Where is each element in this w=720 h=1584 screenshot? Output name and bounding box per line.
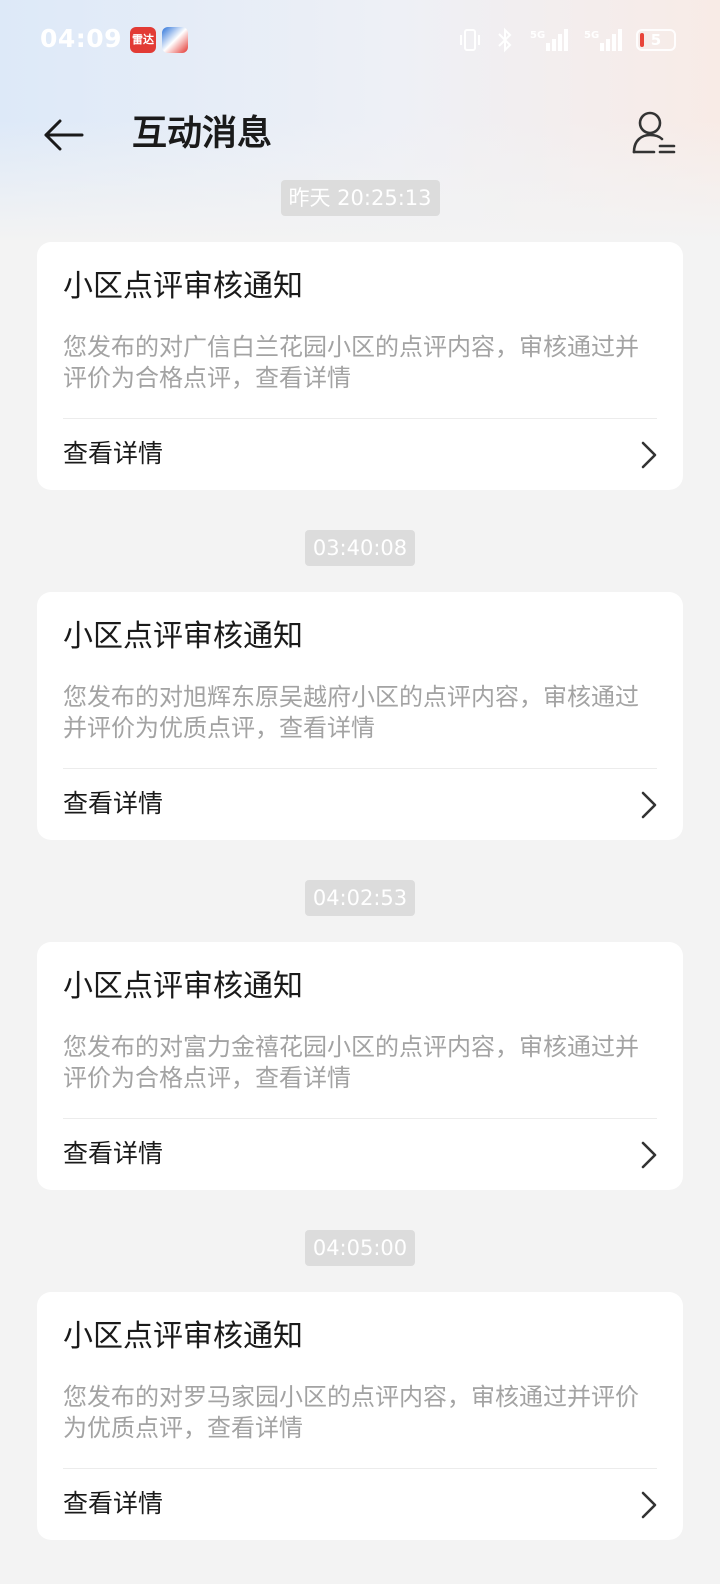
- radar-app-icon: 雷达: [130, 27, 156, 53]
- view-details-label: 查看详情: [63, 1139, 164, 1168]
- message-body: 您发布的对旭辉东原吴越府小区的点评内容，审核通过并评价为优质点评，查看详情: [63, 683, 639, 742]
- message-title: 小区点评审核通知: [63, 269, 303, 304]
- message-body: 您发布的对罗马家园小区的点评内容，审核通过并评价为优质点评，查看详情: [63, 1383, 639, 1442]
- view-details-button[interactable]: 查看详情: [37, 770, 683, 840]
- card-divider: [63, 418, 657, 419]
- arrow-left-icon: [44, 119, 84, 151]
- message-timestamp: 04:05:00: [304, 1230, 416, 1266]
- status-icons: 5G 5G 5: [458, 26, 676, 54]
- message-group: 04:02:53 小区点评审核通知 您发布的对富力金禧花园小区的点评内容，审核通…: [0, 880, 720, 1190]
- status-bar: 04:09 雷达 5G 5G 5: [0, 0, 720, 80]
- message-card[interactable]: 小区点评审核通知 您发布的对富力金禧花园小区的点评内容，审核通过并评价为合格点评…: [37, 942, 683, 1190]
- view-details-label: 查看详情: [63, 439, 164, 468]
- message-title: 小区点评审核通知: [63, 619, 303, 654]
- card-divider: [63, 1118, 657, 1119]
- chevron-right-icon: [641, 441, 657, 469]
- vibrate-icon: [460, 29, 480, 51]
- chevron-right-icon: [641, 791, 657, 819]
- message-timestamp: 03:40:08: [304, 530, 416, 566]
- view-details-label: 查看详情: [63, 1489, 164, 1518]
- page-header: 互动消息: [0, 96, 720, 172]
- card-divider: [63, 1468, 657, 1469]
- message-timestamp: 昨天 20:25:13: [280, 180, 440, 216]
- message-group: 03:40:08 小区点评审核通知 您发布的对旭辉东原吴越府小区的点评内容，审核…: [0, 530, 720, 840]
- message-timestamp: 04:02:53: [304, 880, 416, 916]
- message-card[interactable]: 小区点评审核通知 您发布的对罗马家园小区的点评内容，审核通过并评价为优质点评，查…: [37, 1292, 683, 1540]
- message-group: 昨天 20:25:13 小区点评审核通知 您发布的对广信白兰花园小区的点评内容，…: [0, 180, 720, 490]
- svg-text:5G: 5G: [530, 30, 545, 41]
- battery-level: 5: [650, 31, 662, 49]
- message-body: 您发布的对广信白兰花园小区的点评内容，审核通过并评价为合格点评，查看详情: [63, 333, 639, 392]
- chevron-right-icon: [641, 1141, 657, 1169]
- view-details-label: 查看详情: [63, 789, 164, 818]
- message-body: 您发布的对富力金禧花园小区的点评内容，审核通过并评价为合格点评，查看详情: [63, 1033, 639, 1092]
- battery-fill: [640, 33, 644, 47]
- view-details-button[interactable]: 查看详情: [37, 1120, 683, 1190]
- profile-settings-button[interactable]: [630, 108, 680, 160]
- message-card[interactable]: 小区点评审核通知 您发布的对旭辉东原吴越府小区的点评内容，审核通过并评价为优质点…: [37, 592, 683, 840]
- notification-app-icon: [162, 27, 188, 53]
- svg-text:5G: 5G: [584, 30, 599, 41]
- message-group: 04:05:00 小区点评审核通知 您发布的对罗马家园小区的点评内容，审核通过并…: [0, 1230, 720, 1540]
- user-settings-icon: [632, 111, 676, 154]
- message-title: 小区点评审核通知: [63, 1319, 303, 1354]
- chevron-right-icon: [641, 1491, 657, 1519]
- message-card[interactable]: 小区点评审核通知 您发布的对广信白兰花园小区的点评内容，审核通过并评价为合格点评…: [37, 242, 683, 490]
- page-title: 互动消息: [132, 114, 273, 154]
- message-title: 小区点评审核通知: [63, 969, 303, 1004]
- back-button[interactable]: [38, 110, 88, 160]
- status-time: 04:09: [40, 24, 123, 53]
- view-details-button[interactable]: 查看详情: [37, 420, 683, 490]
- signal-5g-icon: 5G: [530, 29, 568, 51]
- message-feed: 昨天 20:25:13 小区点评审核通知 您发布的对广信白兰花园小区的点评内容，…: [0, 180, 720, 1580]
- view-details-button[interactable]: 查看详情: [37, 1470, 683, 1540]
- signal-5g-icon: 5G: [584, 29, 622, 51]
- card-divider: [63, 768, 657, 769]
- bluetooth-icon: [498, 27, 512, 53]
- battery-icon: 5: [636, 29, 676, 51]
